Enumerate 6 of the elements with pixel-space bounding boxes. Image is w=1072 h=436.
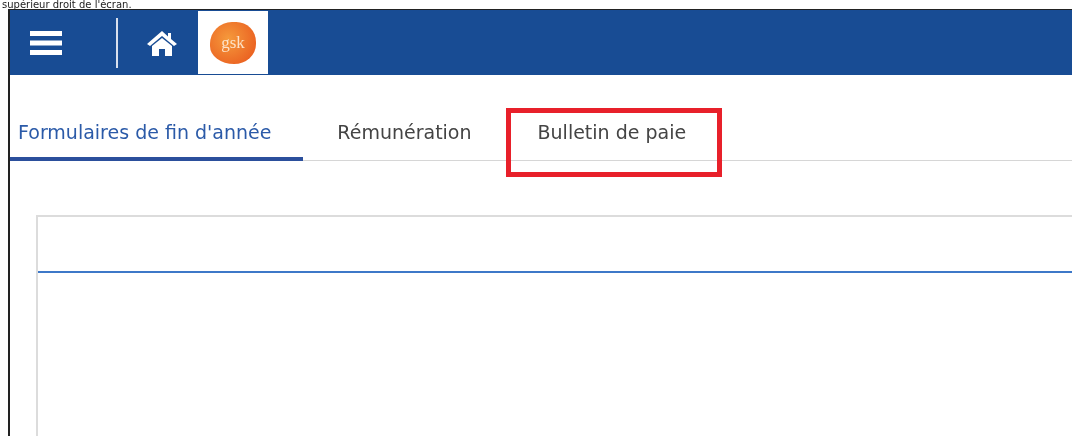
tab[interactable]: Bulletin de paie [503, 101, 719, 161]
home-icon[interactable] [146, 28, 178, 57]
menu-icon[interactable] [30, 29, 62, 56]
tab[interactable]: Rémunération [303, 101, 504, 161]
caption-text: supérieur droit de l'écran. [1, 0, 133, 9]
tab[interactable]: Formulaires de fin d'année [10, 101, 304, 161]
